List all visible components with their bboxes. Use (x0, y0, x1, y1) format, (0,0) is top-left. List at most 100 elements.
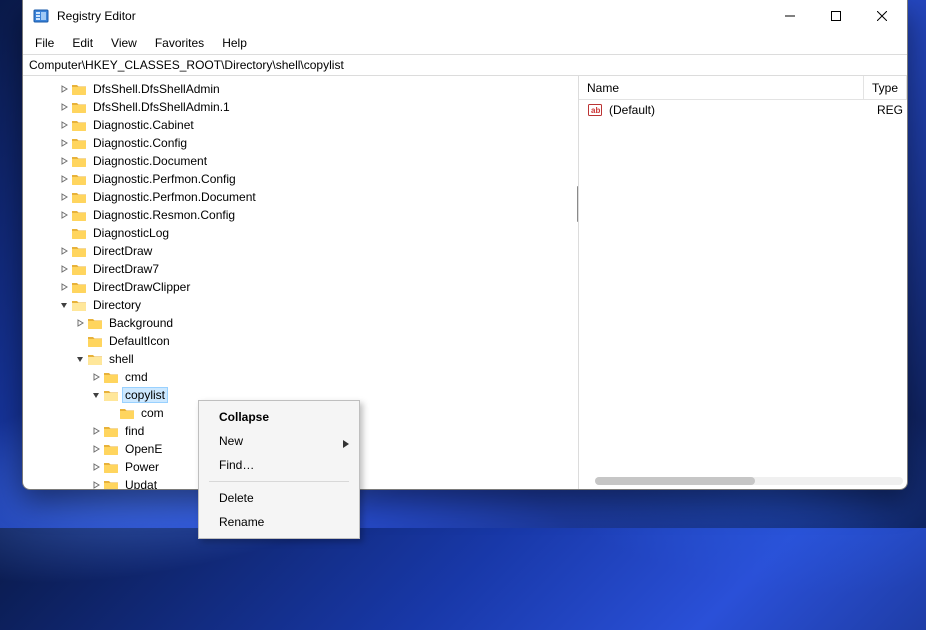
minimize-button[interactable] (767, 0, 813, 32)
context-menu[interactable]: Collapse New Find… Delete Rename (198, 400, 360, 539)
tree-node[interactable]: Diagnostic.Resmon.Config (57, 206, 578, 224)
ctx-rename[interactable]: Rename (201, 510, 357, 534)
value-name-cell: ab (Default) (579, 102, 869, 118)
ctx-collapse[interactable]: Collapse (201, 405, 357, 429)
tree-node[interactable]: Diagnostic.Document (57, 152, 578, 170)
expand-icon[interactable] (89, 463, 103, 471)
folder-icon (119, 406, 135, 420)
menu-view[interactable]: View (103, 34, 145, 52)
tree-node[interactable]: DirectDraw (57, 242, 578, 260)
tree-node-label[interactable]: DfsShell.DfsShellAdmin (91, 82, 222, 96)
tree-node[interactable]: DefaultIcon (57, 332, 578, 350)
tree-node-label[interactable]: Diagnostic.Resmon.Config (91, 208, 237, 222)
tree-node-label[interactable]: DiagnosticLog (91, 226, 171, 240)
folder-icon (71, 262, 87, 276)
tree-node-label[interactable]: find (123, 424, 146, 438)
ctx-new[interactable]: New (201, 429, 357, 453)
address-text: Computer\HKEY_CLASSES_ROOT\Directory\she… (29, 58, 344, 72)
tree-node-label[interactable]: Diagnostic.Document (91, 154, 209, 168)
tree-node-label[interactable]: OpenE (123, 442, 164, 456)
tree-node-label[interactable]: DefaultIcon (107, 334, 172, 348)
expand-icon[interactable] (57, 283, 71, 291)
window-title: Registry Editor (57, 9, 136, 23)
tree-node[interactable]: Diagnostic.Perfmon.Document (57, 188, 578, 206)
value-type-cell: REG (869, 103, 907, 117)
tree-node-label[interactable]: Power (123, 460, 161, 474)
address-bar[interactable]: Computer\HKEY_CLASSES_ROOT\Directory\she… (23, 54, 907, 76)
folder-icon (71, 136, 87, 150)
tree-node-label[interactable]: Diagnostic.Config (91, 136, 189, 150)
expand-icon[interactable] (89, 481, 103, 489)
expand-icon[interactable] (57, 247, 71, 255)
tree-node-label[interactable]: Diagnostic.Perfmon.Config (91, 172, 238, 186)
folder-icon (87, 316, 103, 330)
tree-node[interactable]: Diagnostic.Config (57, 134, 578, 152)
tree-node-label[interactable]: Background (107, 316, 175, 330)
tree-node[interactable]: DirectDraw7 (57, 260, 578, 278)
column-type[interactable]: Type (864, 76, 907, 99)
horizontal-scrollbar[interactable] (595, 477, 903, 485)
tree-node[interactable]: shell (57, 350, 578, 368)
tree-node-label[interactable]: cmd (123, 370, 150, 384)
tree-node[interactable]: Background (57, 314, 578, 332)
tree-node[interactable]: DirectDrawClipper (57, 278, 578, 296)
tree-node-label[interactable]: DirectDrawClipper (91, 280, 192, 294)
expand-icon[interactable] (57, 157, 71, 165)
expand-icon[interactable] (57, 121, 71, 129)
expand-icon[interactable] (57, 103, 71, 111)
folder-icon (71, 172, 87, 186)
hscroll-thumb[interactable] (595, 477, 755, 485)
collapse-icon[interactable] (89, 391, 103, 399)
tree-node[interactable]: Directory (57, 296, 578, 314)
tree-node[interactable]: DfsShell.DfsShellAdmin (57, 80, 578, 98)
values-header[interactable]: Name Type (579, 76, 907, 100)
tree-node-label[interactable]: Directory (91, 298, 143, 312)
ctx-find[interactable]: Find… (201, 453, 357, 477)
expand-icon[interactable] (57, 265, 71, 273)
tree-node-label[interactable]: DfsShell.DfsShellAdmin.1 (91, 100, 232, 114)
close-button[interactable] (859, 0, 905, 32)
tree-node-label[interactable]: copylist (123, 388, 167, 402)
menu-edit[interactable]: Edit (64, 34, 101, 52)
values-body[interactable]: ab (Default) REG (579, 100, 907, 489)
tree-node-label[interactable]: Diagnostic.Cabinet (91, 118, 196, 132)
value-name: (Default) (609, 103, 655, 117)
value-row[interactable]: ab (Default) REG (579, 100, 907, 120)
column-name[interactable]: Name (579, 76, 864, 99)
expand-icon[interactable] (57, 175, 71, 183)
folder-icon (71, 100, 87, 114)
tree-node[interactable]: DiagnosticLog (57, 224, 578, 242)
expand-icon[interactable] (89, 445, 103, 453)
expand-icon[interactable] (57, 211, 71, 219)
tree-node-label[interactable]: Diagnostic.Perfmon.Document (91, 190, 258, 204)
tree-node-label[interactable]: shell (107, 352, 136, 366)
expand-icon[interactable] (57, 139, 71, 147)
registry-editor-window: Registry Editor File Edit View Favorites… (22, 0, 908, 490)
tree-node[interactable]: cmd (57, 368, 578, 386)
expand-icon[interactable] (57, 193, 71, 201)
tree-node-label[interactable]: DirectDraw (91, 244, 154, 258)
tree-node-label[interactable]: DirectDraw7 (91, 262, 161, 276)
expand-icon[interactable] (89, 427, 103, 435)
collapse-icon[interactable] (73, 355, 87, 363)
ctx-delete[interactable]: Delete (201, 486, 357, 510)
ctx-new-label: New (219, 434, 243, 448)
expand-icon[interactable] (73, 319, 87, 327)
folder-icon (71, 82, 87, 96)
tree-node[interactable]: Diagnostic.Cabinet (57, 116, 578, 134)
menu-help[interactable]: Help (214, 34, 255, 52)
tree-node-label[interactable]: Updat (123, 478, 159, 489)
titlebar[interactable]: Registry Editor (23, 0, 907, 32)
maximize-button[interactable] (813, 0, 859, 32)
expand-icon[interactable] (89, 373, 103, 381)
menu-favorites[interactable]: Favorites (147, 34, 212, 52)
menu-file[interactable]: File (27, 34, 62, 52)
tree-node-label[interactable]: com (139, 406, 166, 420)
tree-node[interactable]: Diagnostic.Perfmon.Config (57, 170, 578, 188)
folder-icon (71, 154, 87, 168)
values-pane[interactable]: Name Type ab (Default) REG (579, 76, 907, 489)
tree-node[interactable]: DfsShell.DfsShellAdmin.1 (57, 98, 578, 116)
folder-open-icon (87, 352, 103, 366)
expand-icon[interactable] (57, 85, 71, 93)
collapse-icon[interactable] (57, 301, 71, 309)
